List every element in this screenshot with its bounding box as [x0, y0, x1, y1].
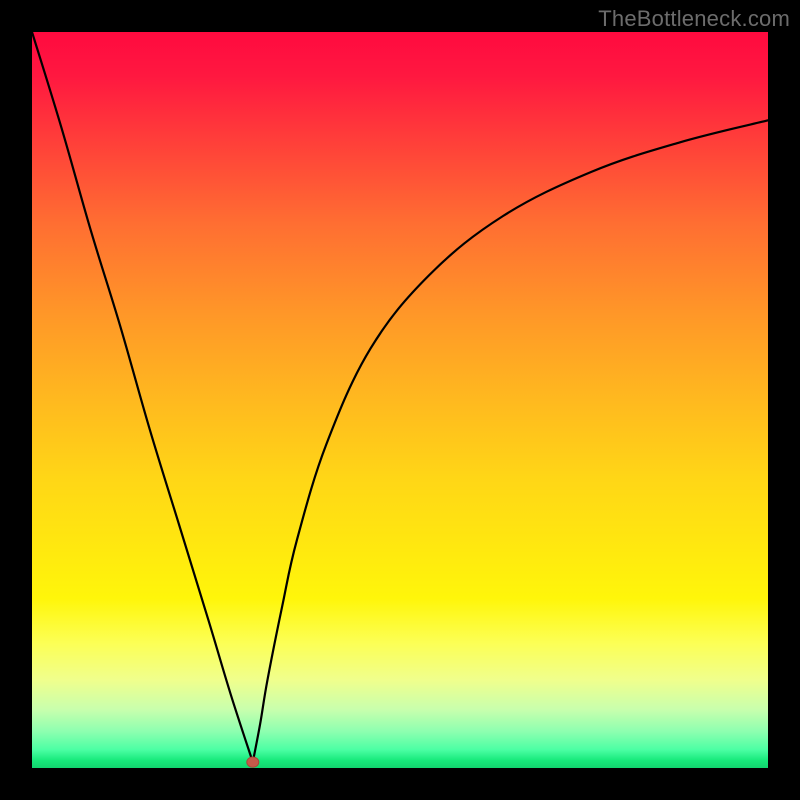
chart-frame: TheBottleneck.com [0, 0, 800, 800]
curve-right-branch [253, 120, 768, 762]
watermark-text: TheBottleneck.com [598, 6, 790, 32]
plot-area [32, 32, 768, 768]
minimum-marker [247, 757, 259, 767]
chart-svg [32, 32, 768, 768]
curve-left-branch [32, 32, 253, 762]
